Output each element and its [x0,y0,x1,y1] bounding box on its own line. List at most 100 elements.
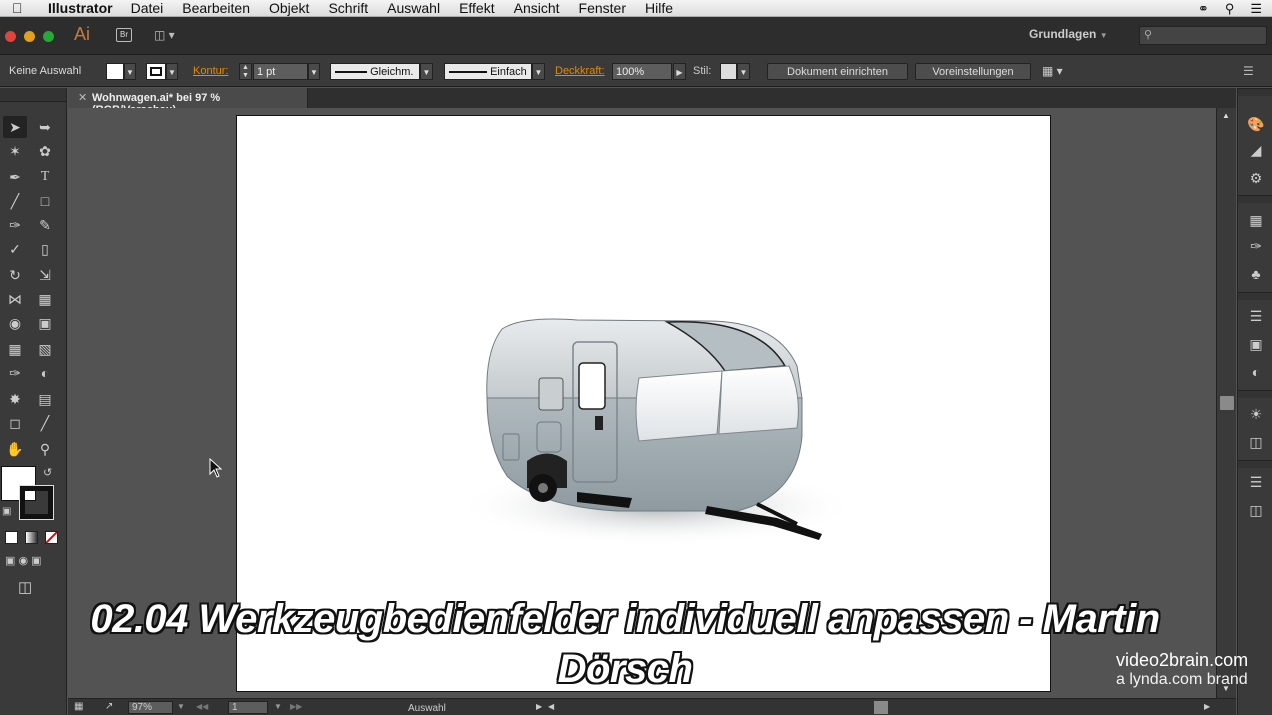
dock-grip[interactable] [1238,88,1272,96]
close-tab-icon[interactable]: ✕ [78,91,87,104]
panel-menu-icon[interactable]: ☰ [1243,63,1254,80]
fill-color-swatch[interactable] [106,63,124,80]
menu-bearbeiten[interactable]: Bearbeiten [182,0,250,16]
selection-tool-icon[interactable]: ➤ [3,116,27,138]
notification-list-icon[interactable]: ☰ [1250,1,1262,17]
opacity-field[interactable]: 100% [612,63,672,80]
gradient-mode-button[interactable] [25,531,38,544]
opacity-panel-link[interactable]: Deckkraft: [555,63,605,80]
profile-dropdown-icon[interactable]: ▼ [420,63,433,80]
preferences-button[interactable]: Voreinstellungen [915,63,1031,80]
menu-hilfe[interactable]: Hilfe [645,0,673,16]
slice-tool-icon[interactable]: ╱ [33,412,57,434]
zoom-level-field[interactable]: 97% [128,701,173,714]
stroke-color-swatch[interactable] [146,63,166,80]
close-window-button[interactable] [5,31,16,42]
type-tool-icon[interactable]: T [33,166,57,188]
next-artboard-icon[interactable]: ▶▶ [290,702,302,711]
menu-fenster[interactable]: Fenster [579,0,626,16]
menu-ansicht[interactable]: Ansicht [514,0,560,16]
stroke-panel-link[interactable]: Kontur: [193,63,228,80]
menu-datei[interactable]: Datei [131,0,164,16]
artboard-number-field[interactable]: 1 [228,701,268,714]
help-search-input[interactable]: ⚲ [1139,26,1267,45]
gpu-preview-icon[interactable]: ▦ [74,701,83,712]
eyedropper-tool-icon[interactable]: ✑ [3,362,27,384]
stroke-weight-dropdown-icon[interactable]: ▼ [308,63,320,80]
shape-builder-tool-icon[interactable]: ◉ [3,312,27,334]
share-icon[interactable]: ↗ [105,701,113,712]
hand-tool-icon[interactable]: ✋ [3,438,27,460]
default-colors-icon[interactable]: ▣ [2,506,11,517]
dock-grip[interactable] [1238,390,1272,398]
drawing-modes-icon[interactable]: ▣ ◉ ▣ [5,554,61,572]
stroke-color-box[interactable] [19,485,54,520]
symbols-panel-icon[interactable]: ♣ [1246,264,1266,284]
opacity-arrow-icon[interactable]: ▶ [673,63,686,80]
pen-tool-icon[interactable]: ✒ [3,166,27,188]
artboards-panel-icon[interactable]: ◫ [1246,500,1266,520]
stroke-weight-stepper[interactable]: ▲ ▼ [239,63,252,80]
stroke-dropdown-icon[interactable]: ▼ [166,63,178,80]
lasso-tool-icon[interactable]: ✿ [33,140,57,162]
width-tool-icon[interactable]: ⋈ [3,288,27,310]
menu-objekt[interactable]: Objekt [269,0,309,16]
none-mode-button[interactable] [45,531,58,544]
symbol-sprayer-tool-icon[interactable]: ✸ [3,388,27,410]
zoom-tool-icon[interactable]: ⚲ [33,438,57,460]
gradient-panel-icon[interactable]: ▣ [1246,334,1266,354]
rectangle-tool-icon[interactable]: □ [33,190,57,212]
scroll-up-arrow-icon[interactable]: ▲ [1222,111,1230,120]
dock-grip[interactable] [1238,460,1272,468]
transparency-panel-icon[interactable]: ◐ [1246,362,1266,382]
direct-selection-tool-icon[interactable]: ➥ [33,116,57,138]
stroke-panel-icon[interactable]: ☰ [1246,306,1266,326]
dock-grip[interactable] [1238,195,1272,203]
hscroll-right-arrow-icon[interactable]: ▶ [1204,702,1210,711]
blob-brush-tool-icon[interactable]: ✓ [3,238,27,260]
stroke-weight-field[interactable]: 1 pt [253,63,308,80]
gradient-tool-icon[interactable]: ▧ [33,338,57,360]
kuler-icon[interactable]: ⚙ [1246,168,1266,188]
perspective-grid-tool-icon[interactable]: ▣ [33,312,57,334]
menu-schrift[interactable]: Schrift [328,0,368,16]
minimize-window-button[interactable] [24,31,35,42]
menu-effekt[interactable]: Effekt [459,0,495,16]
document-tab[interactable]: ✕ Wohnwagen.ai* bei 97 % (RGB/Vorschau) [68,88,308,116]
graphic-style-swatch[interactable] [720,63,737,80]
tools-panel-header[interactable] [0,88,66,102]
zoom-dropdown-icon[interactable]: ▼ [177,702,185,711]
hscroll-left-arrow-icon[interactable]: ◀ [548,702,554,711]
line-tool-icon[interactable]: ╱ [3,190,27,212]
pencil-tool-icon[interactable]: ✎ [33,214,57,236]
zoom-window-button[interactable] [43,31,54,42]
scale-tool-icon[interactable]: ⇲ [33,264,57,286]
fill-dropdown-icon[interactable]: ▼ [124,63,136,80]
arrange-documents-icon[interactable]: ◫ ▾ [154,28,180,42]
workspace-switcher[interactable]: Grundlagen ▼ [1029,27,1108,41]
menu-auswahl[interactable]: Auswahl [387,0,440,16]
brushes-panel-icon[interactable]: ✑ [1246,236,1266,256]
document-setup-button[interactable]: Dokument einrichten [767,63,908,80]
layers-panel-icon[interactable]: ☰ [1246,472,1266,492]
vertical-scroll-thumb[interactable] [1220,396,1234,410]
color-mode-button[interactable] [5,531,18,544]
variable-width-profile[interactable]: Gleichm. [330,63,420,80]
free-transform-tool-icon[interactable]: ▦ [33,288,57,310]
horizontal-scroll-thumb[interactable] [874,701,888,714]
brush-definition[interactable]: Einfach [444,63,532,80]
transform-options-icon[interactable]: ▦ ▾ [1042,63,1063,80]
style-dropdown-icon[interactable]: ▼ [737,63,750,80]
paintbrush-tool-icon[interactable]: ✑ [3,214,27,236]
graphic-styles-panel-icon[interactable]: ◫ [1246,432,1266,452]
column-graph-tool-icon[interactable]: ▤ [33,388,57,410]
mesh-tool-icon[interactable]: ▦ [3,338,27,360]
spotlight-search-icon[interactable]: ⚲ [1225,1,1235,17]
artboard-dropdown-icon[interactable]: ▼ [274,702,282,711]
rotate-tool-icon[interactable]: ↻ [3,264,27,286]
menu-app-name[interactable]: Illustrator [48,0,113,16]
appearance-panel-icon[interactable]: ☀ [1246,404,1266,424]
swap-colors-icon[interactable]: ↺ [43,466,52,479]
creative-cloud-icon[interactable]: ⚭ [1198,1,1209,17]
dock-grip[interactable] [1238,292,1272,300]
